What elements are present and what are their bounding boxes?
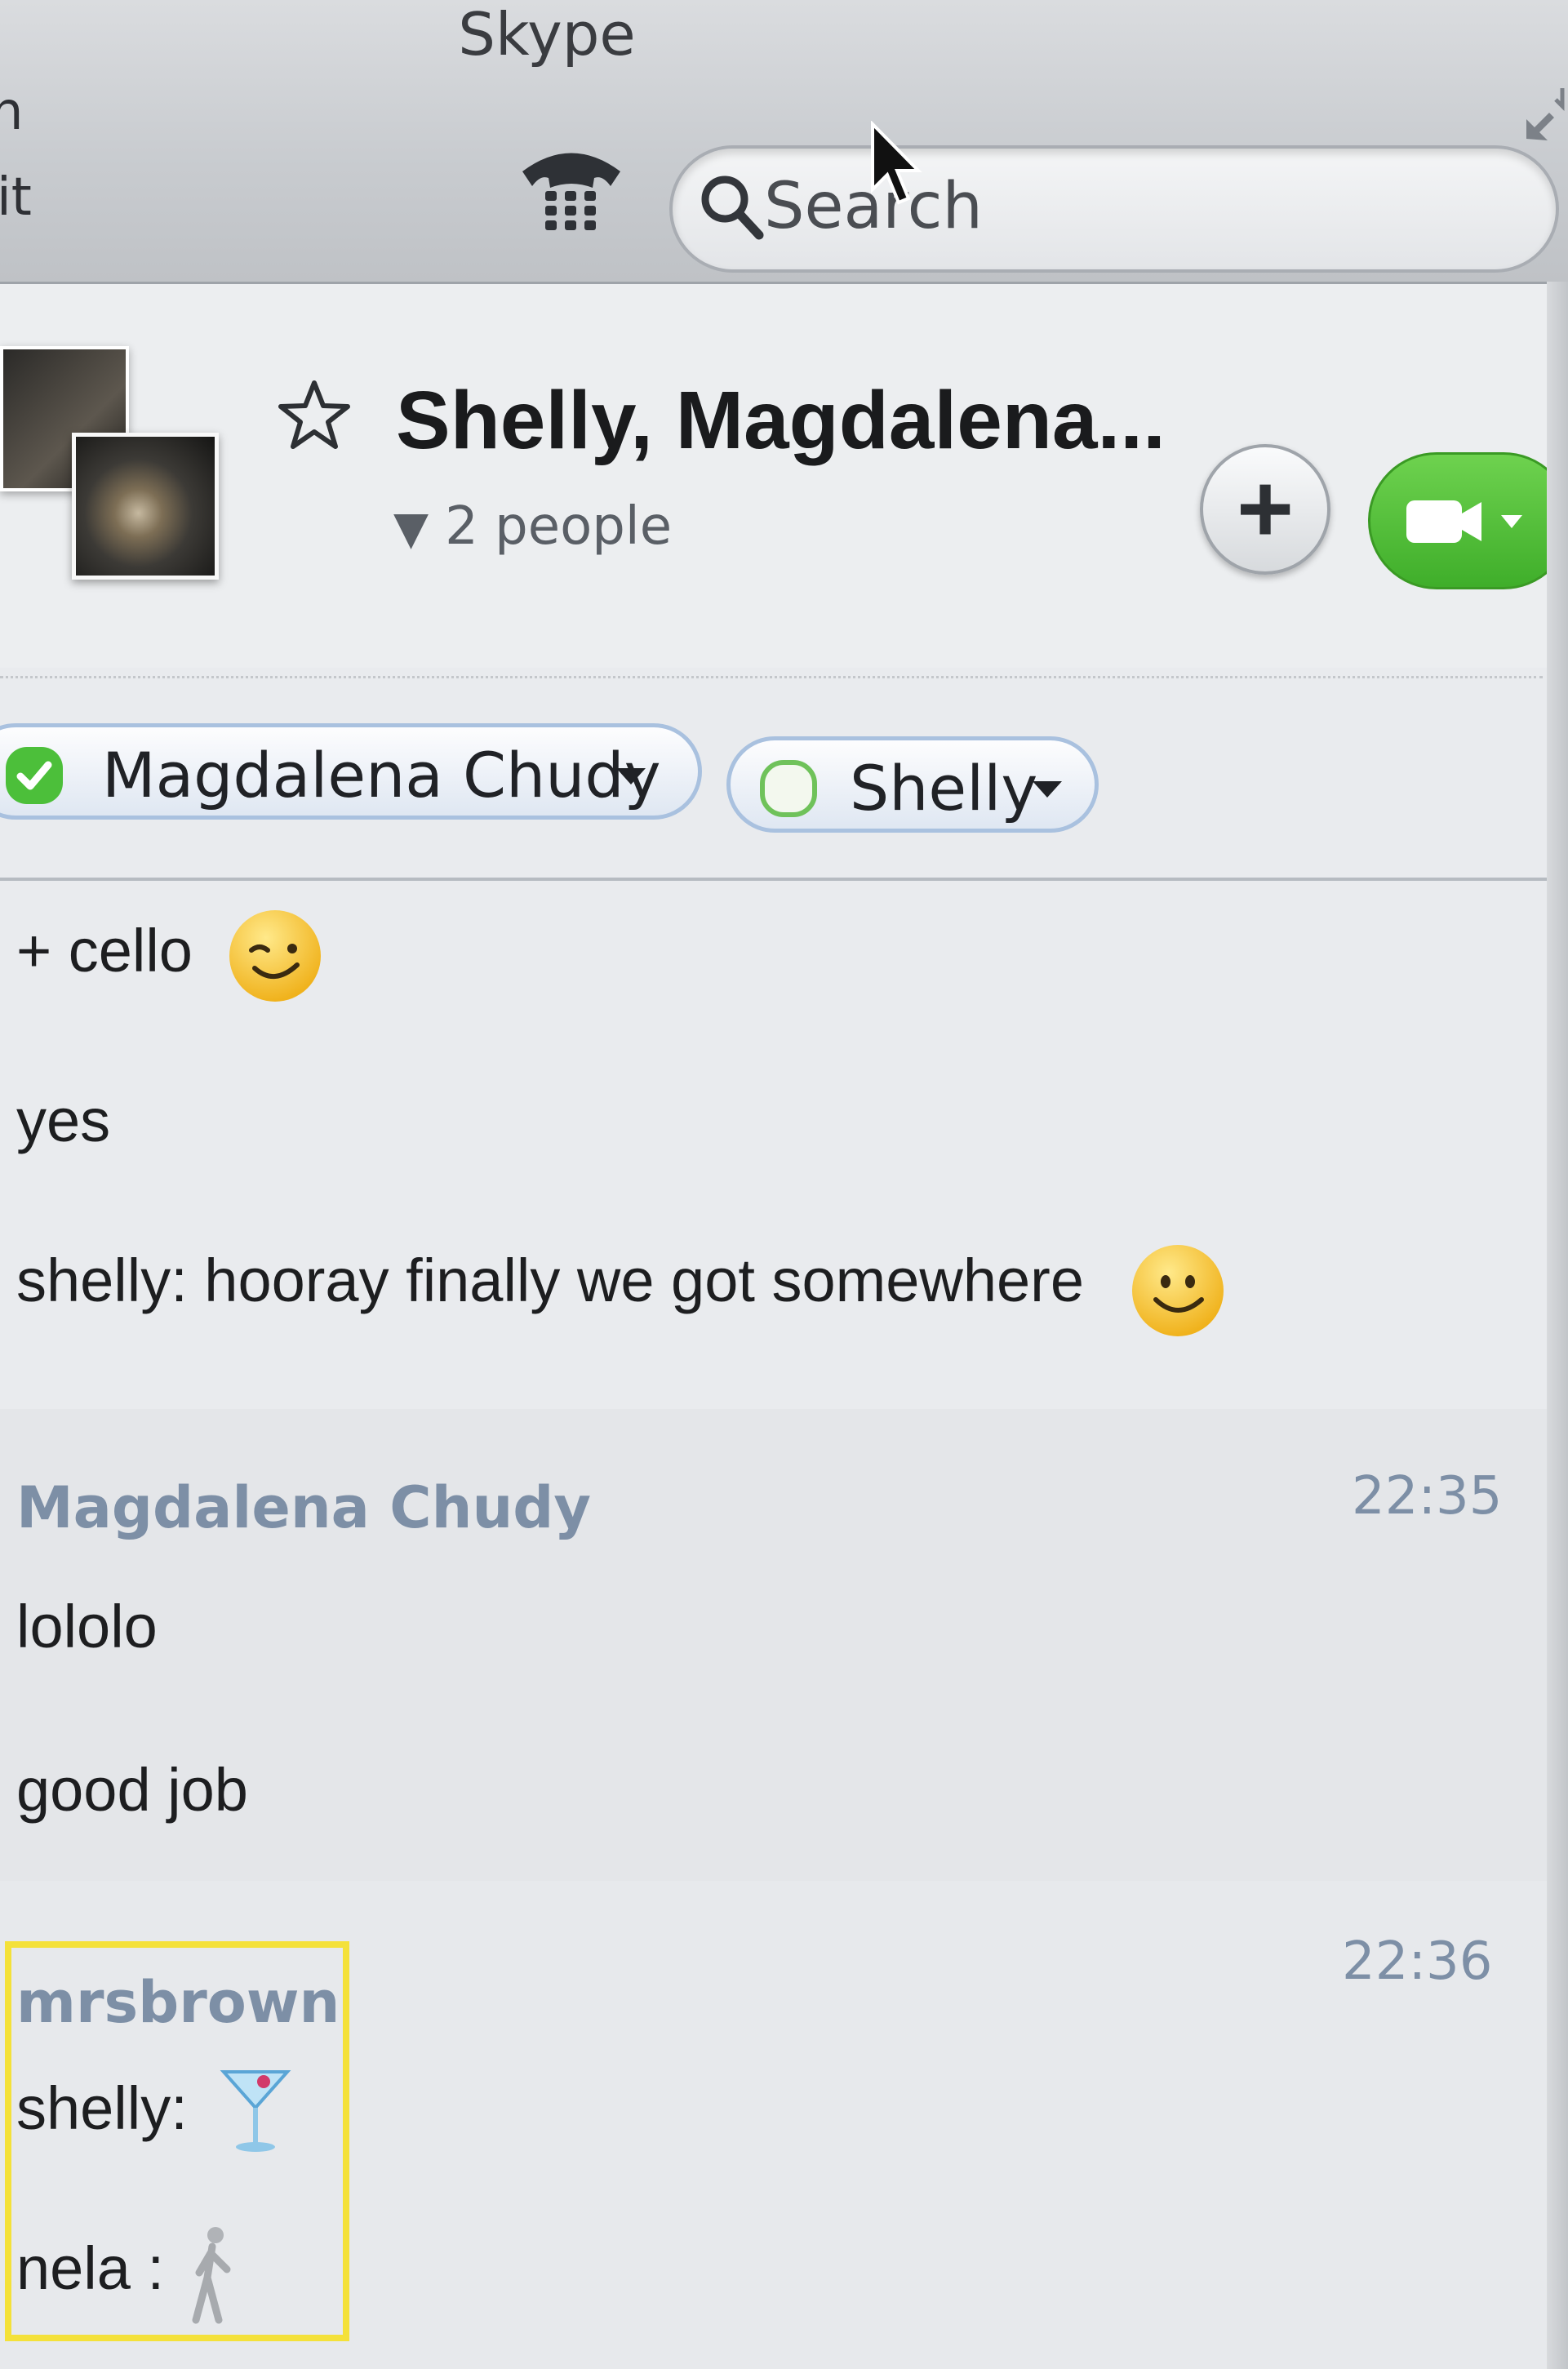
message-timestamp: 22:36 <box>1342 1931 1493 1992</box>
conversation-title: Shelly, Magdalena... <box>396 375 1166 466</box>
menu-fragment[interactable]: it <box>0 167 32 228</box>
sender-name[interactable]: Magdalena Chudy <box>16 1474 591 1541</box>
conversation-header: Shelly, Magdalena... ▼ 2 people + <box>0 284 1568 678</box>
highlight-frame <box>5 1941 349 2341</box>
chevron-down-icon <box>1033 781 1062 798</box>
plus-icon: + <box>1236 454 1295 563</box>
dialpad-phone-icon[interactable] <box>514 139 629 237</box>
message-text: + cello <box>16 917 193 984</box>
menu-fragment[interactable]: n <box>0 82 24 142</box>
message-text: good job <box>16 1756 248 1824</box>
video-call-button[interactable] <box>1368 452 1568 589</box>
participant-chip-shelly[interactable]: Shelly <box>726 736 1099 833</box>
fullscreen-icon[interactable] <box>1520 82 1568 147</box>
header-divider <box>0 676 1543 678</box>
triangle-down-icon: ▼ <box>393 502 429 555</box>
search-icon <box>701 176 764 240</box>
participant-name: Shelly <box>850 752 1038 824</box>
window-edge <box>1547 282 1568 2369</box>
avatar <box>72 433 219 580</box>
participant-chip-magdalena[interactable]: Magdalena Chudy <box>0 723 702 820</box>
online-status-icon <box>6 747 63 804</box>
participant-name: Magdalena Chudy <box>102 739 661 811</box>
smile-emoji <box>1132 1245 1224 1336</box>
chevron-down-icon <box>616 768 646 784</box>
chips-divider <box>0 878 1568 881</box>
message-text: yes <box>16 1087 111 1154</box>
window-title: Skype <box>458 0 636 69</box>
offline-status-icon <box>760 760 817 817</box>
add-participant-button[interactable]: + <box>1200 444 1330 575</box>
video-camera-icon <box>1406 500 1522 543</box>
wink-emoji <box>229 910 321 1002</box>
message-text: lololo <box>16 1593 158 1660</box>
message-text: shelly: hooray finally we got somewhere <box>16 1247 1084 1314</box>
message-timestamp: 22:35 <box>1352 1466 1503 1527</box>
mouse-pointer-icon <box>871 121 922 205</box>
title-bar: Skype n it <box>0 0 1568 284</box>
star-icon[interactable] <box>278 378 351 451</box>
people-toggle[interactable]: ▼ 2 people <box>393 496 672 557</box>
people-count: 2 people <box>445 496 673 557</box>
search-field[interactable] <box>669 145 1559 273</box>
